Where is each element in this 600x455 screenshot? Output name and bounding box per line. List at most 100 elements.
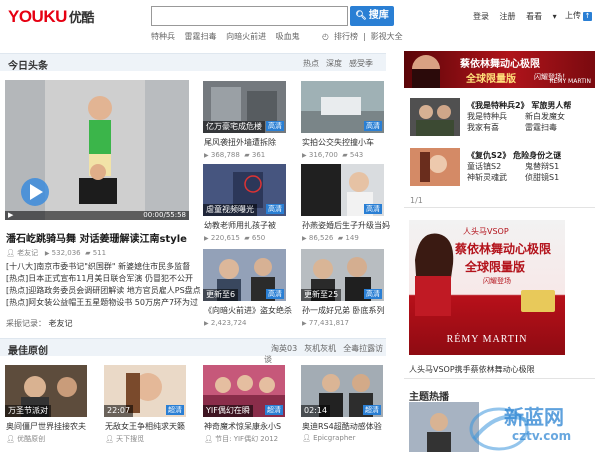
video-title[interactable]: 孙燕姿婚后生子升级当妈 bbox=[302, 220, 390, 231]
news-bullet[interactable]: [热点]迎路政务委员会调研团解读 地方官员雇人PS盘点 bbox=[6, 285, 201, 297]
rank-links: ◴ 排行榜 | 影视大全 bbox=[322, 32, 403, 41]
rank-link[interactable]: 排行榜 bbox=[334, 32, 358, 41]
video-thumb[interactable]: 更新至6 高清 bbox=[203, 249, 286, 301]
ad-banner-top[interactable]: 蔡依林舞动心极限 全球限量版 闪耀登场！ RÉMY MARTIN bbox=[404, 51, 595, 88]
news-link[interactable]: 神斩灵魂武 bbox=[467, 172, 525, 183]
hot-words: 特种兵 雷霆扫毒 向暗火前进 吸血鬼 bbox=[151, 31, 307, 42]
section-title: 今日头条 bbox=[8, 61, 48, 72]
upload-button[interactable]: 上传 ↑ bbox=[565, 10, 592, 21]
ad-caption[interactable]: 人头马VSOP携手蔡依林舞动心极限 bbox=[409, 364, 535, 375]
hot-word[interactable]: 向暗火前进 bbox=[226, 32, 266, 41]
tab-feel[interactable]: 感受季 bbox=[349, 59, 373, 68]
video-uploader[interactable]: 👤︎ 优酷原创 bbox=[6, 434, 45, 444]
thumb-caption: 更新至25 bbox=[301, 289, 342, 301]
news-list: 《我是特种兵2》 军旅男人帮 我是特种兵 新白发魔女 我家有喜 雷霆扫毒 bbox=[467, 100, 571, 133]
news-link[interactable]: 我家有喜 bbox=[467, 122, 525, 133]
play-icon[interactable]: ▶ bbox=[8, 211, 13, 220]
video-meta: ▶ 368,788 ▰ 361 bbox=[204, 151, 266, 159]
today-tabs: 热点 深度 感受季 bbox=[296, 58, 373, 69]
search-icon: 🔍︎ bbox=[355, 11, 367, 21]
pager[interactable]: 1/1 bbox=[410, 196, 423, 205]
today-section-header: 今日头条 热点 深度 感受季 bbox=[0, 53, 386, 72]
search-button[interactable]: 🔍︎ 搜库 bbox=[350, 6, 394, 26]
hd-badge: 高清 bbox=[364, 289, 382, 299]
video-thumb[interactable]: YIF偶幻在瞬 超清 bbox=[203, 365, 285, 417]
news-link[interactable]: 新白发魔女 bbox=[525, 112, 565, 121]
user-icon: 👤︎ bbox=[6, 249, 15, 257]
thumb-image bbox=[410, 98, 460, 136]
news-thumb[interactable] bbox=[410, 98, 460, 136]
news-bullet[interactable]: [十八大]南京市委书记"织国群" 新婆媳住市民多监督 bbox=[6, 261, 201, 273]
divider bbox=[404, 378, 595, 379]
video-thumb[interactable]: 亿万豪宅成危楼 高清 bbox=[203, 81, 286, 133]
video-title[interactable]: 孙一成好兄弟 卧底系列 bbox=[302, 305, 385, 316]
featured-title[interactable]: 潘石屹跳骑马舞 对话姜珊解读江南style bbox=[6, 230, 187, 245]
watch-menu[interactable]: 看看 ▾ bbox=[526, 12, 565, 21]
video-title[interactable]: 神奇魔术惊呆康永小S bbox=[204, 421, 281, 432]
video-title[interactable]: 幼教老师用扎孩子被 bbox=[204, 220, 276, 231]
register-link[interactable]: 注册 bbox=[500, 12, 516, 21]
video-title[interactable]: 尾风袭扭外墙遭拆除 bbox=[204, 137, 276, 148]
video-thumb[interactable]: 更新至25 高清 bbox=[301, 249, 384, 301]
player-control-bar[interactable]: ▶ 00:00/55:58 bbox=[5, 211, 189, 220]
hd-badge: 高清 bbox=[266, 121, 284, 131]
thumb-caption: 更新至6 bbox=[203, 289, 239, 301]
hd-badge: 超清 bbox=[166, 405, 184, 415]
video-uploader[interactable]: 👤︎ 节目: YIF偶幻 2012 bbox=[204, 434, 278, 444]
video-thumb[interactable]: 万圣节派对 bbox=[5, 365, 87, 417]
featured-video-frame bbox=[5, 80, 189, 220]
hot-word[interactable]: 吸血鬼 bbox=[276, 32, 300, 41]
theme-title: 主题热播 bbox=[409, 392, 449, 403]
news-thumb[interactable] bbox=[410, 148, 460, 186]
hot-word[interactable]: 雷霆扫毒 bbox=[185, 32, 217, 41]
video-title[interactable]: 《向暗火前进》盗女绝杀 bbox=[204, 305, 292, 316]
video-thumb[interactable]: 22:07 超清 bbox=[104, 365, 186, 417]
featured-uploader[interactable]: 老友记 bbox=[17, 249, 38, 257]
featured-video-player[interactable]: ▶ 00:00/55:58 bbox=[5, 80, 189, 220]
video-title[interactable]: 无敌女王争相纯求天籁 bbox=[105, 421, 185, 432]
news-link[interactable]: 童话镇S2 bbox=[467, 161, 525, 172]
news-title[interactable]: 《复仇S2》 危险身份之谜 bbox=[467, 150, 561, 161]
news-bullets: [十八大]南京市委书记"织国群" 新婆媳住市民多监督 [热点]日本正式宣布11月… bbox=[6, 261, 201, 309]
video-thumb[interactable]: 02:14 超清 bbox=[301, 365, 383, 417]
divider bbox=[404, 207, 595, 208]
video-title[interactable]: 奥迪RS4超酷动感体验 bbox=[302, 421, 382, 432]
original-section-header: 最佳原创 淘英03 灰机灰机 全毒拉露访谈 bbox=[0, 338, 386, 364]
tab-original[interactable]: 灰机灰机 bbox=[304, 344, 336, 353]
hd-badge: 高清 bbox=[364, 204, 382, 214]
video-uploader[interactable]: 👤︎ Epicgrapher bbox=[302, 434, 355, 442]
play-count-icon: ▶ bbox=[44, 250, 50, 257]
news-bullet[interactable]: [热点]阿女装公益帽王五星题物设书 50万房产7环为过 bbox=[6, 297, 201, 309]
search-input[interactable] bbox=[151, 6, 348, 26]
tab-original[interactable]: 淘英03 bbox=[271, 344, 297, 353]
chevron-down-icon: ▾ bbox=[550, 12, 557, 21]
news-link[interactable]: 侦甜镜S1 bbox=[525, 173, 559, 182]
tab-depth[interactable]: 深度 bbox=[326, 59, 342, 68]
video-title[interactable]: 实拍公交失控撞小车 bbox=[302, 137, 374, 148]
video-thumb[interactable]: 虐童视频曝光 高清 bbox=[203, 164, 286, 216]
video-meta: ▶ 316,700 ▰ 543 bbox=[302, 151, 364, 159]
login-link[interactable]: 登录 bbox=[473, 12, 489, 21]
news-list: 《复仇S2》 危险身份之谜 童话镇S2 鬼替辩S1 神斩灵魂武 侦甜镜S1 bbox=[467, 150, 561, 183]
news-link[interactable]: 我是特种兵 bbox=[467, 111, 525, 122]
user-links: 登录 注册 看看 ▾ bbox=[473, 11, 573, 22]
video-uploader[interactable]: 👤︎ 天下搜觅 bbox=[105, 434, 144, 444]
tab-hot[interactable]: 热点 bbox=[303, 59, 319, 68]
hot-word[interactable]: 特种兵 bbox=[151, 32, 175, 41]
news-title[interactable]: 《我是特种兵2》 军旅男人帮 bbox=[467, 100, 571, 111]
featured-meta: 👤︎ 老友记 ▶ 532,036 ▰ 511 bbox=[6, 249, 107, 257]
video-title[interactable]: 奥间僵尸世界挂接农夫 bbox=[6, 421, 86, 432]
hd-badge: 高清 bbox=[266, 289, 284, 299]
film-link[interactable]: 影视大全 bbox=[371, 32, 403, 41]
news-link[interactable]: 雷霆扫毒 bbox=[525, 123, 557, 132]
video-thumb[interactable]: 高清 bbox=[301, 164, 384, 216]
thumb-caption: 亿万豪宅成危楼 bbox=[203, 121, 265, 133]
ad-banner-large[interactable]: 人头马VSOP 蔡依林舞动心极限 全球限量版 闪耀登场 RÉMY MARTIN bbox=[409, 220, 565, 355]
news-bullet[interactable]: [热点]日本正式宣布11月美日联合军演 仍冒犯不公开 bbox=[6, 273, 201, 285]
youku-logo[interactable]: YOUKU 优酷 bbox=[8, 7, 94, 27]
video-thumb[interactable]: 高清 bbox=[301, 81, 384, 133]
rank-icon: ◴ bbox=[322, 32, 329, 41]
news-link[interactable]: 鬼替辩S1 bbox=[525, 162, 559, 171]
hd-badge: 高清 bbox=[266, 204, 284, 214]
upload-icon: ↑ bbox=[583, 12, 592, 21]
